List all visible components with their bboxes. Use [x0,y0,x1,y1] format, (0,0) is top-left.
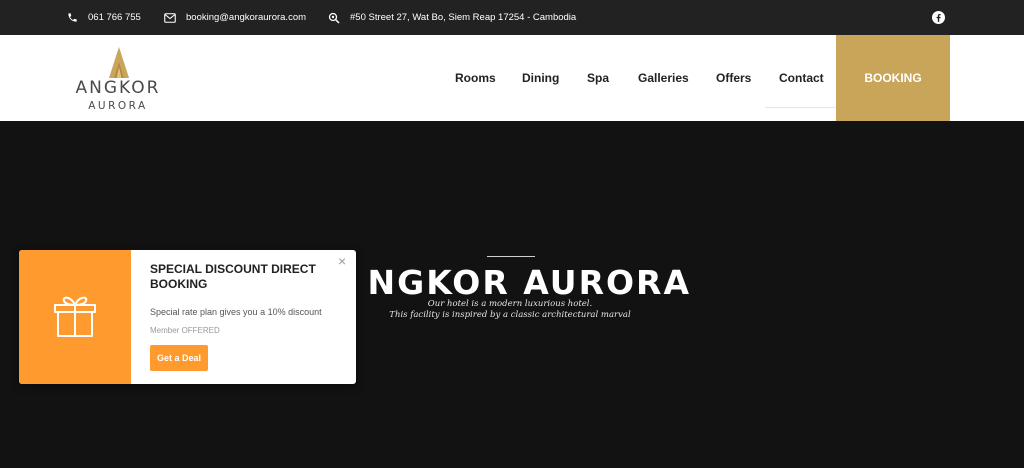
address-text[interactable]: #50 Street 27, Wat Bo, Siem Reap 17254 -… [350,12,576,23]
phone-icon [68,13,77,22]
nav-item-contact[interactable]: Contact [779,71,824,85]
logo-name: ANGKOR [75,78,161,98]
facebook-icon[interactable] [932,11,945,24]
nav-divider [765,107,836,108]
phone-number[interactable]: 061 766 755 [88,12,141,23]
hero-subtitle-line-1: Our hotel is a modern luxurious hotel. [427,299,593,309]
popup-icon-panel [19,250,131,384]
email-contact[interactable]: booking@angkoraurora.com [164,0,306,35]
popup-title: SPECIAL DISCOUNT DIRECT BOOKING [150,262,316,291]
address-contact[interactable]: #50 Street 27, Wat Bo, Siem Reap 17254 -… [328,0,576,35]
location-icon [328,12,340,24]
site-logo[interactable]: ANGKOR AURORA [70,44,166,116]
hero-subtitle-line-2: This facility is inspired by a classic a… [389,310,631,320]
nav-item-galleries[interactable]: Galleries [638,71,689,85]
discount-popup: × SPECIAL DISCOUNT DIRECT BOOKING Specia… [19,250,356,384]
hero-title: NGKOR AURORA [367,263,691,302]
nav-item-offers[interactable]: Offers [716,71,751,85]
popup-description: Special rate plan gives you a 10% discou… [150,307,322,317]
top-contact-bar: 061 766 755 booking@angkoraurora.com #50… [0,0,1024,35]
nav-item-spa[interactable]: Spa [587,71,609,85]
logo-subtitle: AURORA [88,100,148,112]
popup-meta: Member OFFERED [150,326,220,335]
get-deal-button[interactable]: Get a Deal [150,345,208,371]
booking-button[interactable]: BOOKING [836,35,950,121]
hero-subtitle: Our hotel is a modern luxurious hotel. T… [360,299,660,321]
gift-icon [54,296,96,337]
logo-mark-icon [109,47,129,78]
email-address[interactable]: booking@angkoraurora.com [186,12,306,23]
nav-item-dining[interactable]: Dining [522,71,559,85]
phone-contact[interactable]: 061 766 755 [67,0,141,35]
nav-item-rooms[interactable]: Rooms [455,71,496,85]
mail-icon [164,12,176,23]
hero-divider [487,256,535,257]
